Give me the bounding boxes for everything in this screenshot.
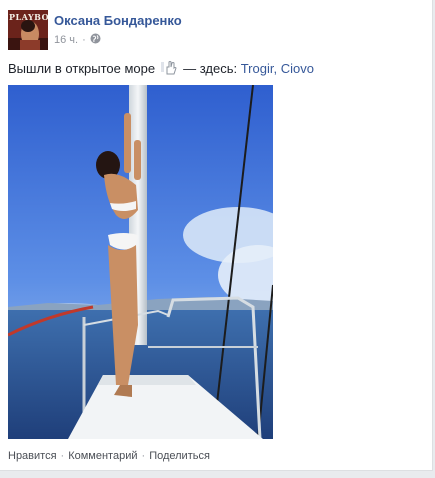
meta-separator: ·	[82, 34, 86, 46]
location-prefix: — здесь:	[183, 60, 238, 76]
author-name[interactable]: Оксана Бондаренко	[54, 13, 182, 28]
post-photo[interactable]	[8, 85, 273, 439]
globe-icon[interactable]	[90, 33, 101, 47]
like-button[interactable]: Нравится	[8, 450, 57, 462]
share-button[interactable]: Поделиться	[149, 450, 210, 462]
post-card: PLAYBOY Оксана Бондаренко 16 ч. · Вышли …	[0, 0, 433, 471]
avatar[interactable]: PLAYBOY	[8, 10, 48, 50]
actions-separator: ·	[60, 450, 65, 462]
post-meta: 16 ч. ·	[54, 33, 101, 47]
comment-button[interactable]: Комментарий	[68, 450, 137, 462]
post-message: Вышли в открытое море	[8, 60, 156, 76]
post-actions: Нравится · Комментарий · Поделиться	[8, 450, 210, 462]
location-link[interactable]: Trogir, Ciovo	[241, 61, 314, 76]
hand-icon	[161, 60, 179, 76]
actions-separator: ·	[141, 450, 146, 462]
post-text: Вышли в открытое море — здесь: Trogir, C…	[8, 60, 314, 76]
avatar-logo: PLAYBOY	[9, 12, 48, 22]
post-time[interactable]: 16 ч.	[54, 34, 78, 46]
